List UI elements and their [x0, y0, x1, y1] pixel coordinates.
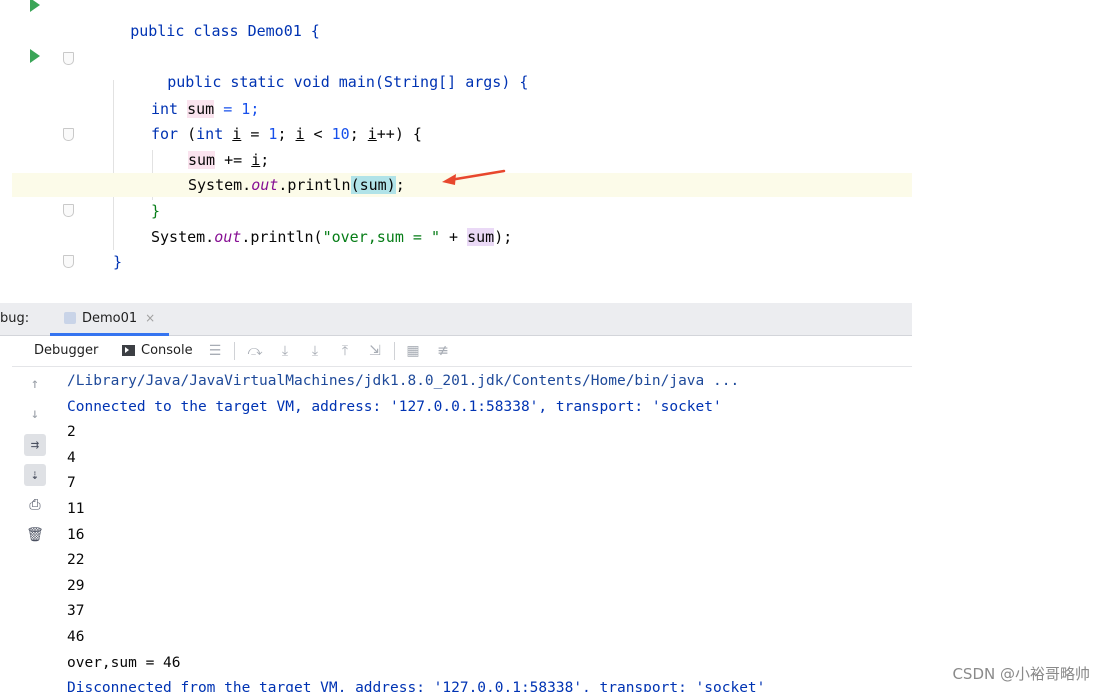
close-brace: }: [151, 202, 161, 220]
debug-label: bug:: [0, 311, 30, 326]
fold-icon[interactable]: [63, 255, 74, 268]
loop-var-i: i: [232, 125, 242, 143]
class-declaration: public class Demo01 {: [130, 22, 320, 40]
fold-icon[interactable]: [63, 204, 74, 217]
console-line: over,sum = 46: [67, 654, 181, 671]
plus-operator: +: [440, 228, 468, 246]
debug-tool-window-header: bug: Demo01 ×: [0, 303, 912, 336]
close-icon[interactable]: ×: [145, 311, 155, 325]
code-line-main: public static void main(String[] args) {: [12, 46, 912, 91]
code-line-class: public class Demo01 {: [12, 0, 912, 40]
code-line-close-for: }: [12, 199, 912, 223]
for-keyword: for: [151, 125, 179, 143]
toolbar-divider: [394, 342, 395, 360]
run-class-icon[interactable]: [30, 0, 40, 12]
for-lt: <: [304, 125, 332, 143]
for-sep: ;: [277, 125, 296, 143]
system-class: System.: [151, 228, 215, 246]
console-line: Disconnected from the target VM, address…: [67, 680, 766, 692]
loop-var-i: i: [251, 151, 261, 169]
step-over-icon[interactable]: ⤼: [246, 342, 264, 360]
loop-var-i: i: [295, 125, 305, 143]
plus-assign: +=: [215, 151, 252, 169]
config-icon: [64, 312, 76, 324]
console-icon: [122, 345, 135, 356]
watermark: CSDN @小裕哥略帅: [952, 665, 1090, 683]
semicolon: ;: [260, 151, 270, 169]
fold-icon[interactable]: [63, 52, 74, 65]
out-field: out: [251, 176, 279, 194]
for-sep: ;: [349, 125, 368, 143]
console-line: 29: [67, 577, 85, 594]
console-line: /Library/Java/JavaVirtualMachines/jdk1.8…: [67, 373, 740, 389]
console-output[interactable]: /Library/Java/JavaVirtualMachines/jdk1.8…: [56, 367, 912, 692]
step-into-icon[interactable]: ⤓: [276, 342, 294, 360]
code-line-int-sum: int sum = 1;: [12, 97, 912, 121]
fold-icon[interactable]: [63, 128, 74, 141]
for-paren: (: [178, 125, 197, 143]
tab-debugger[interactable]: Debugger: [34, 343, 98, 358]
println-argument: (sum): [350, 176, 396, 194]
console-line: 2: [67, 424, 76, 441]
code-line-println-final: System.out.println("over,sum = " + sum);: [12, 225, 912, 249]
semicolon: );: [494, 228, 513, 246]
code-line-for: for (int i = 1; i < 10; i++) {: [12, 122, 912, 146]
println-method: .println(: [241, 228, 323, 246]
step-out-icon[interactable]: ⤒: [336, 342, 354, 360]
out-field: out: [214, 228, 242, 246]
evaluate-icon[interactable]: ▦: [404, 342, 422, 360]
tab-demo01[interactable]: Demo01 ×: [50, 303, 170, 336]
console-line: 4: [67, 449, 76, 466]
run-main-icon[interactable]: [30, 49, 40, 63]
code-editor[interactable]: public class Demo01 { public static void…: [12, 0, 912, 303]
console-line: 16: [67, 526, 85, 543]
console-line: 22: [67, 552, 85, 569]
scroll-to-end-icon[interactable]: ⇣: [24, 464, 46, 486]
toolbar-divider: [234, 342, 235, 360]
assign-one: = 1;: [214, 100, 260, 118]
console-line: 7: [67, 475, 76, 492]
loop-var-i: i: [367, 125, 377, 143]
main-declaration: public static void main(String[] args) {: [167, 73, 529, 91]
sum-variable: sum: [188, 151, 216, 169]
tab-console[interactable]: Console: [122, 343, 193, 358]
for-eq: =: [241, 125, 269, 143]
for-close: ++) {: [376, 125, 422, 143]
for-limit: 10: [331, 125, 350, 143]
console-side-toolbar: ↑ ↓ ⇉ ⇣ ⎙ 🗑: [12, 367, 56, 692]
system-class: System.: [188, 176, 252, 194]
sum-variable: sum: [187, 100, 215, 118]
println-method: .println: [278, 176, 351, 194]
console-line: 37: [67, 603, 85, 620]
tab-demo01-label: Demo01: [82, 310, 138, 326]
for-int-keyword: int: [196, 125, 224, 143]
force-step-into-icon[interactable]: ⤓: [306, 342, 324, 360]
close-brace: }: [113, 253, 123, 271]
up-arrow-icon[interactable]: ↑: [24, 373, 46, 395]
trace-icon[interactable]: ≢: [434, 342, 452, 360]
annotation-arrow-icon: [442, 169, 506, 185]
soft-wrap-icon[interactable]: ⇉: [24, 434, 46, 456]
code-line-close-main: }: [12, 250, 912, 274]
sum-variable: sum: [467, 228, 495, 246]
console-line: Connected to the target VM, address: '12…: [67, 398, 722, 415]
int-keyword: int: [151, 100, 179, 118]
string-literal: "over,sum = ": [322, 228, 440, 246]
debug-toolbar: Debugger Console ☰ ⤼ ⤓ ⤓ ⤒ ⇲ ▦ ≢: [12, 336, 912, 367]
clear-icon[interactable]: 🗑: [24, 524, 46, 546]
run-to-cursor-icon[interactable]: ⇲: [366, 342, 384, 360]
menu-icon[interactable]: ☰: [206, 342, 224, 360]
console-line: 11: [67, 501, 85, 517]
tab-console-label: Console: [141, 343, 193, 358]
down-arrow-icon[interactable]: ↓: [24, 403, 46, 425]
print-icon[interactable]: ⎙: [24, 494, 46, 516]
semicolon: ;: [395, 176, 405, 194]
console-line: 46: [67, 629, 85, 645]
